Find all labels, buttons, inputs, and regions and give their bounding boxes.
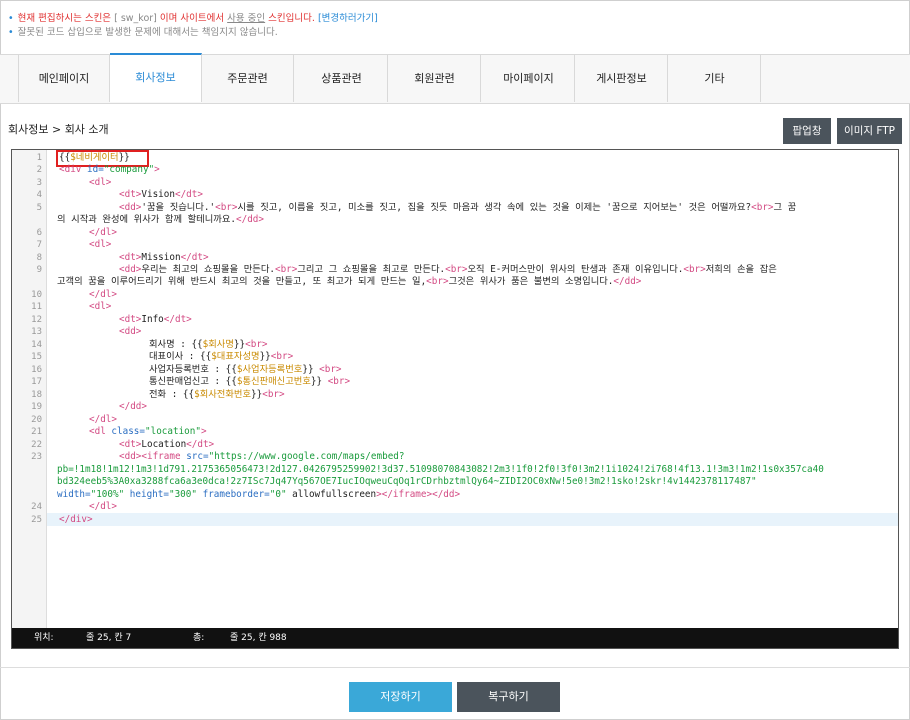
line-number: 14 [31, 340, 42, 350]
code-line: </dl> [89, 501, 117, 512]
tab-members[interactable]: 회원관련 [389, 55, 481, 102]
code-line: <dd> [119, 326, 142, 337]
code-line: <dd><iframe src="https://www.google.com/… [119, 451, 405, 462]
code-line: <dl class="location"> [89, 426, 207, 437]
line-number: 11 [31, 302, 42, 312]
divider [0, 667, 910, 668]
breadcrumb: 회사정보 > 회사 소개 [8, 123, 109, 136]
code-line: <dt>Vision</dt> [119, 189, 203, 200]
code-line: </div> [59, 514, 93, 525]
line-number: 10 [31, 290, 42, 300]
code-line: <dl> [89, 239, 112, 250]
code-line: </dl> [89, 414, 117, 425]
in-use-link[interactable]: 사용 중인 [227, 13, 265, 24]
line-number: 16 [31, 365, 42, 375]
line-number: 18 [31, 390, 42, 400]
notice-line-2: • 잘못된 코드 삽입으로 발생한 문제에 대해서는 책임지지 않습니다. [8, 27, 278, 38]
line-number: 3 [36, 178, 42, 188]
status-bar: 위치: 줄 25, 칸 7 총: 줄 25, 칸 988 [12, 628, 898, 648]
line-number: 8 [36, 253, 42, 263]
line-number: 2 [36, 165, 42, 175]
code-line: <dd>우리는 최고의 쇼핑몰을 만든다.<br>그리고 그 쇼핑몰을 최고로 … [119, 264, 777, 275]
code-line: 대표이사 : {{$대표자성명}}<br> [149, 351, 294, 362]
line-number: 23 [31, 452, 42, 462]
code-line: 고객의 꿈을 이루어드리기 위해 반드시 최고의 것을 만들고, 또 최고가 되… [57, 276, 642, 287]
code-line: width="100%" height="300" frameborder="0… [57, 489, 461, 500]
tab-board[interactable]: 게시판정보 [576, 55, 668, 102]
code-line: <dt>Mission</dt> [119, 252, 209, 263]
code-line: 회사명 : {{$회사명}}<br> [149, 339, 268, 350]
line-number: 24 [31, 502, 42, 512]
tab-bar: 메인페이지 회사정보 주문관련 상품관련 회원관련 마이페이지 게시판정보 기타 [0, 53, 910, 104]
line-number: 6 [36, 228, 42, 238]
code-line: </dl> [89, 227, 117, 238]
line-number: 25 [31, 515, 42, 525]
line-number: 13 [31, 327, 42, 337]
line-number: 21 [31, 427, 42, 437]
notice-line-1: • 현재 편집하시는 스킨은 [ sw_kor] 이며 사이트에서 사용 중인 스… [8, 13, 378, 24]
code-line: <dd>'꿈을 짓습니다.'<br>시를 짓고, 이름을 짓고, 미소를 짓고,… [119, 202, 797, 213]
tab-company[interactable]: 회사정보 [110, 53, 202, 102]
line-number: 4 [36, 190, 42, 200]
code-line: <dt>Location</dt> [119, 439, 215, 450]
line-number: 19 [31, 402, 42, 412]
code-line: 사업자등록번호 : {{$사업자등록번호}} <br> [149, 364, 342, 375]
notice-box: • 현재 편집하시는 스킨은 [ sw_kor] 이며 사이트에서 사용 중인 스… [8, 12, 378, 40]
image-ftp-button[interactable]: 이미지 FTP [837, 118, 902, 144]
code-line: 통신판매업신고 : {{$통신판매신고번호}} <br> [149, 376, 351, 387]
line-number: 20 [31, 415, 42, 425]
code-line: 의 시작과 완성에 위사가 함께 할테니까요.</dd> [57, 214, 264, 225]
line-number: 17 [31, 377, 42, 387]
code-line: pb=!1m18!1m12!1m3!1d791.2175365056473!2d… [57, 464, 824, 475]
code-line: 전화 : {{$회사전화번호}}<br> [149, 389, 285, 400]
line-number: 1 [36, 153, 42, 163]
code-editor[interactable]: 1 2 3 4 5 6 7 8 9 10 11 12 13 14 15 16 17 18 19 20 21 22 23 24 2… [11, 149, 899, 649]
tab-orders[interactable]: 주문관련 [202, 55, 294, 102]
code-line: {{$네비게이터}} [59, 152, 130, 163]
line-number: 5 [36, 203, 42, 213]
code-line: <dt>Info</dt> [119, 314, 192, 325]
popup-button[interactable]: 팝업창 [783, 118, 831, 144]
tab-etc[interactable]: 기타 [669, 55, 761, 102]
line-number: 9 [36, 265, 42, 275]
restore-button[interactable]: 복구하기 [457, 682, 560, 712]
save-button[interactable]: 저장하기 [349, 682, 452, 712]
code-line: </dd> [119, 401, 147, 412]
code-line: <dl> [89, 177, 112, 188]
line-gutter: 1 2 3 4 5 6 7 8 9 10 11 12 13 14 15 16 17 18 19 20 21 22 23 24 2… [12, 150, 47, 630]
line-number: 12 [31, 315, 42, 325]
code-line: <dl> [89, 301, 112, 312]
code-line: bd324eeb5%3A0xa3288fca6a3e0dca!2z7ISc7Jq… [57, 476, 757, 487]
code-line: <div id="company"> [59, 164, 160, 175]
line-number: 22 [31, 440, 42, 450]
code-line: </dl> [89, 289, 117, 300]
line-number: 7 [36, 240, 42, 250]
tab-main[interactable]: 메인페이지 [18, 55, 110, 102]
tab-products[interactable]: 상품관련 [296, 55, 388, 102]
change-skin-link[interactable]: [변경하러가기] [318, 13, 378, 24]
line-number: 15 [31, 352, 42, 362]
tab-mypage[interactable]: 마이페이지 [483, 55, 575, 102]
